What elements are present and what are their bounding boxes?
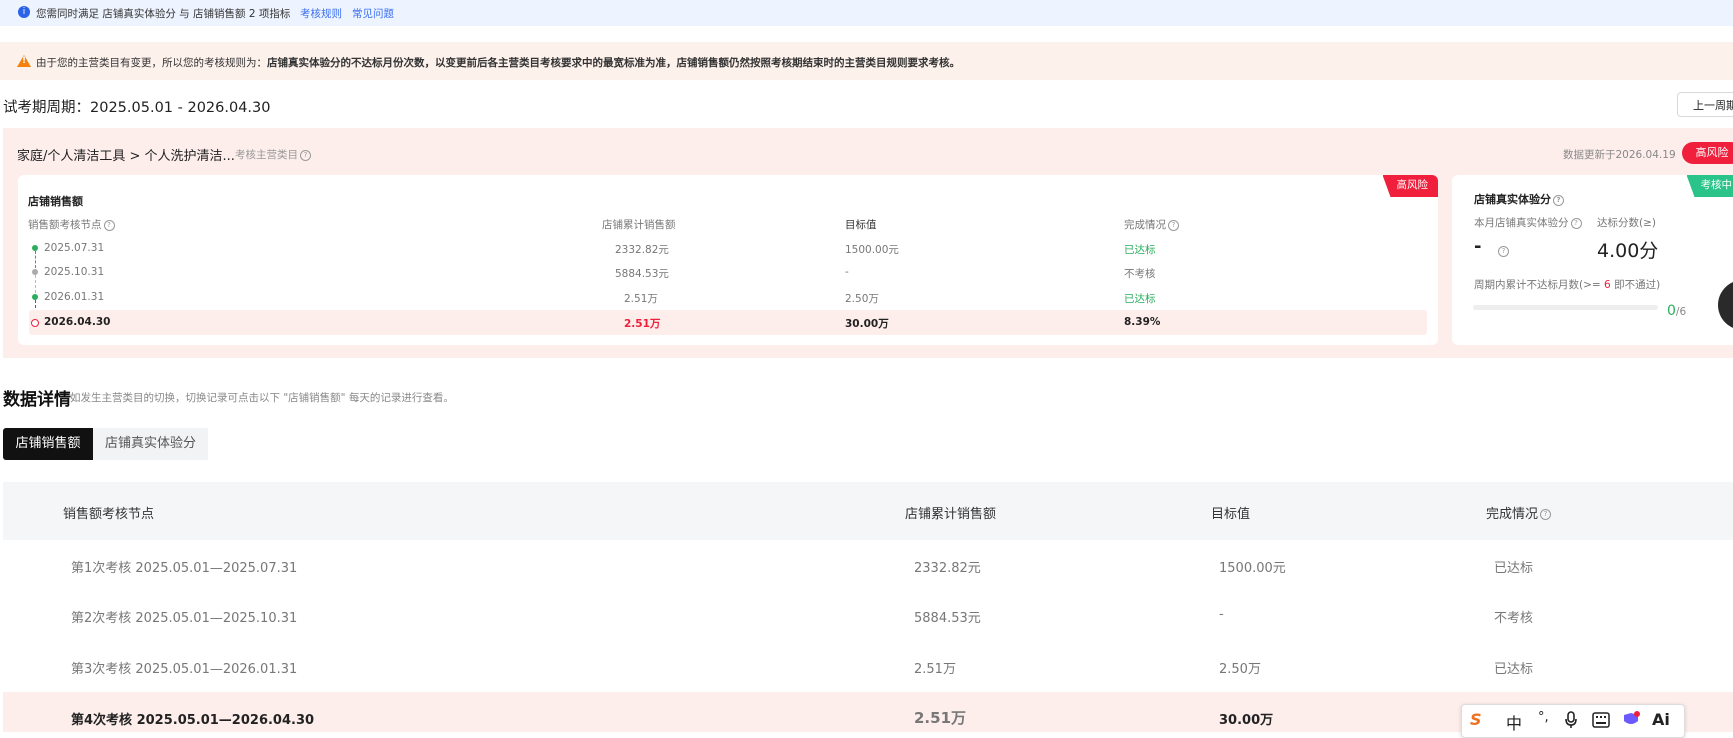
sales-row-status: 8.39% — [1124, 316, 1160, 328]
ime-ai-button[interactable]: Ai — [1652, 710, 1670, 729]
table-row-cumulative: 5884.53元 — [914, 607, 981, 626]
help-icon[interactable]: ? — [1540, 509, 1551, 520]
fail-months-progress — [1473, 305, 1658, 310]
sales-row-highlight — [29, 310, 1427, 335]
table-row-status: 已达标 — [1494, 557, 1533, 576]
month-score-value: - — [1474, 236, 1481, 257]
timeline-dot — [32, 269, 38, 275]
timeline-dot — [31, 319, 39, 327]
sales-row-status: 已达标 — [1124, 291, 1156, 306]
timeline-connector — [35, 251, 36, 268]
info-banner: i 您需同时满足 店铺真实体验分 与 店铺销售额 2 项指标 考核规则 常见问题 — [0, 0, 1733, 26]
table-row-node: 第1次考核 2025.05.01—2025.07.31 — [71, 557, 297, 576]
help-icon[interactable]: ? — [1553, 195, 1564, 206]
help-icon[interactable]: ? — [104, 220, 115, 231]
experience-card-title: 店铺真实体验分? — [1474, 191, 1564, 207]
risk-badge: 高风险 — [1682, 142, 1733, 164]
info-icon: i — [18, 6, 30, 18]
sales-row-date: 2025.10.31 — [44, 266, 104, 278]
col-status: 完成情况? — [1486, 503, 1551, 522]
help-icon[interactable]: ? — [300, 150, 311, 161]
timeline-dot — [32, 245, 38, 251]
table-row-node: 第4次考核 2025.05.01—2026.04.30 — [71, 709, 314, 728]
help-icon[interactable]: ? — [1571, 218, 1582, 229]
details-subtitle: 如发生主营类目的切换，切换记录可点击以下 "店铺销售额" 每天的记录进行查看。 — [70, 390, 454, 405]
table-row-target: 30.00万 — [1219, 709, 1273, 728]
col-target: 目标值 — [1211, 503, 1250, 522]
sales-row-date: 2025.07.31 — [44, 242, 104, 254]
sales-row-cumulative: 5884.53元 — [615, 266, 669, 281]
table-row-status: 不考核 — [1494, 607, 1533, 626]
ime-toolbar: S 中 °, Ai — [1461, 704, 1685, 738]
sales-risk-tag: 高风险 — [1383, 175, 1439, 197]
sales-row-target: 2.50万 — [845, 291, 879, 306]
info-text: 您需同时满足 店铺真实体验分 与 店铺销售额 2 项指标 — [36, 6, 290, 21]
sales-row-target: 1500.00元 — [845, 242, 899, 257]
tab-experience[interactable]: 店铺真实体验分 — [93, 428, 208, 460]
keyboard-icon[interactable] — [1592, 712, 1610, 732]
table-row-target: 2.50万 — [1219, 658, 1261, 677]
table-row-cumulative: 2.51万 — [914, 707, 966, 728]
data-updated-time: 数据更新于2026.04.19 — [1563, 147, 1676, 162]
warning-text: 由于您的主营类目有变更，所以您的考核规则为：店铺真实体验分的不达标月份次数，以变… — [36, 55, 960, 70]
table-row-target: 1500.00元 — [1219, 557, 1286, 576]
col-cumulative: 店铺累计销售额 — [905, 503, 996, 522]
table-row-node: 第2次考核 2025.05.01—2025.10.31 — [71, 607, 297, 626]
timeline-dot — [32, 294, 38, 300]
sales-row-cumulative: 2.51万 — [624, 316, 660, 331]
fail-months-label: 周期内累计不达标月数(>= 6 即不通过) — [1474, 277, 1660, 292]
pass-score-value: 4.00分 — [1597, 236, 1658, 263]
sales-row-date: 2026.04.30 — [44, 316, 110, 328]
sales-header-node: 销售额考核节点? — [28, 217, 115, 232]
fail-months-count: 0/6 — [1667, 300, 1686, 319]
category-breadcrumb[interactable]: 家庭/个人清洁工具 > 个人洗护清洁... — [17, 145, 235, 164]
sales-row-cumulative: 2.51万 — [624, 291, 658, 306]
details-table-header — [3, 482, 1733, 540]
assessment-period: 试考期周期：2025.05.01 - 2026.04.30 — [3, 96, 271, 117]
rules-link[interactable]: 考核规则 — [300, 6, 342, 21]
warning-banner: ! 由于您的主营类目有变更，所以您的考核规则为：店铺真实体验分的不达标月份次数，… — [0, 42, 1733, 80]
table-row-node: 第3次考核 2025.05.01—2026.01.31 — [71, 658, 297, 677]
details-title: 数据详情 — [3, 385, 71, 410]
experience-status-tag: 考核中 — [1687, 175, 1733, 197]
timeline-connector — [35, 275, 36, 293]
table-row-status: 已达标 — [1494, 658, 1533, 677]
sales-row-target: 30.00万 — [845, 316, 889, 331]
table-row-cumulative: 2.51万 — [914, 658, 956, 677]
ime-language-toggle[interactable]: 中 — [1506, 710, 1522, 734]
sales-header-status: 完成情况? — [1124, 217, 1179, 232]
warning-icon: ! — [17, 55, 31, 67]
ime-logo-icon[interactable]: S — [1470, 710, 1482, 729]
category-breadcrumb-sub: 考核主营类目? — [235, 147, 311, 162]
month-score-label: 本月店铺真实体验分? — [1474, 215, 1582, 230]
help-icon[interactable]: ? — [1168, 220, 1179, 231]
col-node: 销售额考核节点 — [63, 503, 154, 522]
sales-row-status: 不考核 — [1124, 266, 1156, 281]
sales-row-status: 已达标 — [1124, 242, 1156, 257]
table-row-target: - — [1219, 607, 1224, 622]
help-icon[interactable]: ? — [1498, 246, 1509, 257]
tab-sales[interactable]: 店铺销售额 — [3, 428, 93, 460]
sales-row-cumulative: 2332.82元 — [615, 242, 669, 257]
ime-punctuation-toggle[interactable]: °, — [1538, 710, 1549, 725]
table-row-cumulative: 2332.82元 — [914, 557, 981, 576]
sales-row-target: - — [845, 266, 849, 278]
sales-header-cumulative: 店铺累计销售额 — [602, 217, 676, 232]
sales-header-target: 目标值 — [845, 217, 877, 232]
prev-period-button[interactable]: 上一周期 — [1677, 92, 1733, 117]
sales-card-title: 店铺销售额 — [28, 193, 83, 209]
faq-link[interactable]: 常见问题 — [352, 6, 394, 21]
pass-score-label: 达标分数(≥) — [1597, 215, 1656, 230]
sales-row-date: 2026.01.31 — [44, 291, 104, 303]
